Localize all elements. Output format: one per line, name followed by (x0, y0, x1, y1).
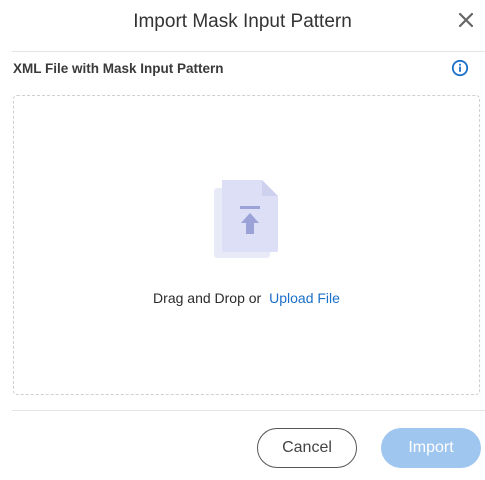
header-divider (12, 51, 485, 52)
info-icon[interactable] (451, 59, 469, 77)
drag-drop-text: Drag and Drop or (153, 290, 262, 306)
close-button[interactable] (455, 9, 477, 31)
file-dropzone[interactable]: Drag and Drop or Upload File (13, 95, 480, 395)
file-upload-icon (214, 180, 278, 258)
import-button[interactable]: Import (381, 428, 481, 468)
footer-divider (12, 410, 485, 411)
import-dialog: Import Mask Input Pattern XML File with … (0, 0, 485, 480)
upload-file-link[interactable]: Upload File (269, 290, 340, 306)
section-label: XML File with Mask Input Pattern (13, 61, 224, 76)
cancel-button[interactable]: Cancel (257, 428, 357, 468)
dialog-title: Import Mask Input Pattern (133, 11, 352, 32)
drop-instructions: Drag and Drop or Upload File (14, 290, 479, 306)
close-icon (459, 13, 473, 27)
